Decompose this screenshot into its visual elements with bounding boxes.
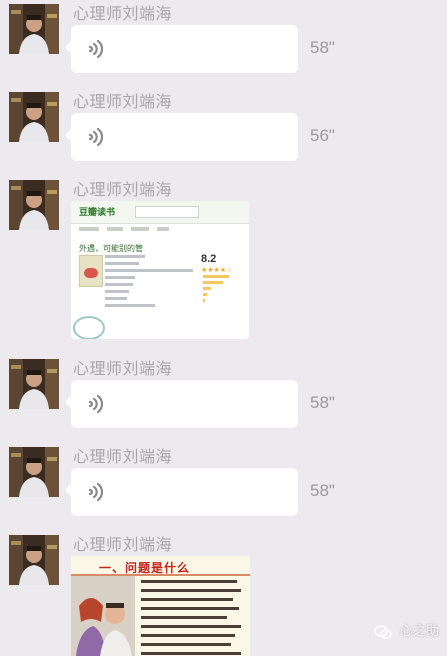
- avatar[interactable]: [9, 92, 59, 142]
- avatar[interactable]: [9, 359, 59, 409]
- avatar-photo: [9, 359, 59, 409]
- douban-search-box: [135, 206, 199, 218]
- image-message[interactable]: 豆瓣读书 外遇，可能别的管 8.2 ★★★★☆: [71, 201, 249, 339]
- douban-header: 豆瓣读书: [71, 201, 249, 224]
- avatar[interactable]: [9, 535, 59, 585]
- sender-name: 心理师刘端海: [73, 182, 173, 199]
- voice-duration: 58": [310, 393, 335, 412]
- watermark: 心之助: [374, 620, 439, 640]
- wechat-official-account-icon: [374, 625, 393, 639]
- avatar[interactable]: [9, 447, 59, 497]
- avatar-photo: [9, 180, 59, 230]
- voice-message-bubble[interactable]: [65, 113, 298, 161]
- rating-bars: [203, 275, 229, 305]
- voice-duration: 58": [310, 38, 335, 57]
- voice-wave-icon: [88, 482, 104, 502]
- couple-photo: [71, 576, 135, 656]
- voice-message-bubble[interactable]: [65, 380, 298, 428]
- sender-name: 心理师刘端海: [73, 6, 173, 23]
- slide-body-text: [141, 580, 241, 656]
- rating-value: 8.2: [201, 253, 217, 265]
- voice-duration: 58": [310, 481, 335, 500]
- book-rating: 8.2 ★★★★☆: [201, 253, 249, 274]
- voice-duration: 56": [310, 126, 335, 145]
- sender-name: 心理师刘端海: [73, 537, 173, 554]
- avatar-photo: [9, 4, 59, 54]
- book-cover: [79, 255, 103, 287]
- voice-wave-icon: [88, 127, 104, 147]
- image-message[interactable]: 一、问题是什么: [71, 556, 250, 656]
- douban-nav: [71, 224, 249, 236]
- chat-view: 心理师刘端海 58" 心理师刘端海 56" 心理师刘端海 豆瓣读书 外遇，可能别…: [0, 0, 447, 656]
- sender-name: 心理师刘端海: [73, 449, 173, 466]
- voice-wave-icon: [88, 39, 104, 59]
- avatar-photo: [9, 447, 59, 497]
- voice-wave-icon: [88, 394, 104, 414]
- avatar[interactable]: [9, 180, 59, 230]
- stamp-logo: [73, 316, 105, 339]
- rating-stars-icon: ★★★★☆: [201, 267, 233, 274]
- book-title: 外遇，可能别的管: [79, 244, 143, 253]
- sender-name: 心理师刘端海: [73, 361, 173, 378]
- book-info: [105, 255, 193, 311]
- avatar[interactable]: [9, 4, 59, 54]
- avatar-photo: [9, 92, 59, 142]
- sender-name: 心理师刘端海: [73, 94, 173, 111]
- voice-message-bubble[interactable]: [65, 25, 298, 73]
- avatar-photo: [9, 535, 59, 585]
- douban-logo: 豆瓣读书: [79, 207, 116, 217]
- voice-message-bubble[interactable]: [65, 468, 298, 516]
- watermark-text: 心之助: [399, 623, 439, 639]
